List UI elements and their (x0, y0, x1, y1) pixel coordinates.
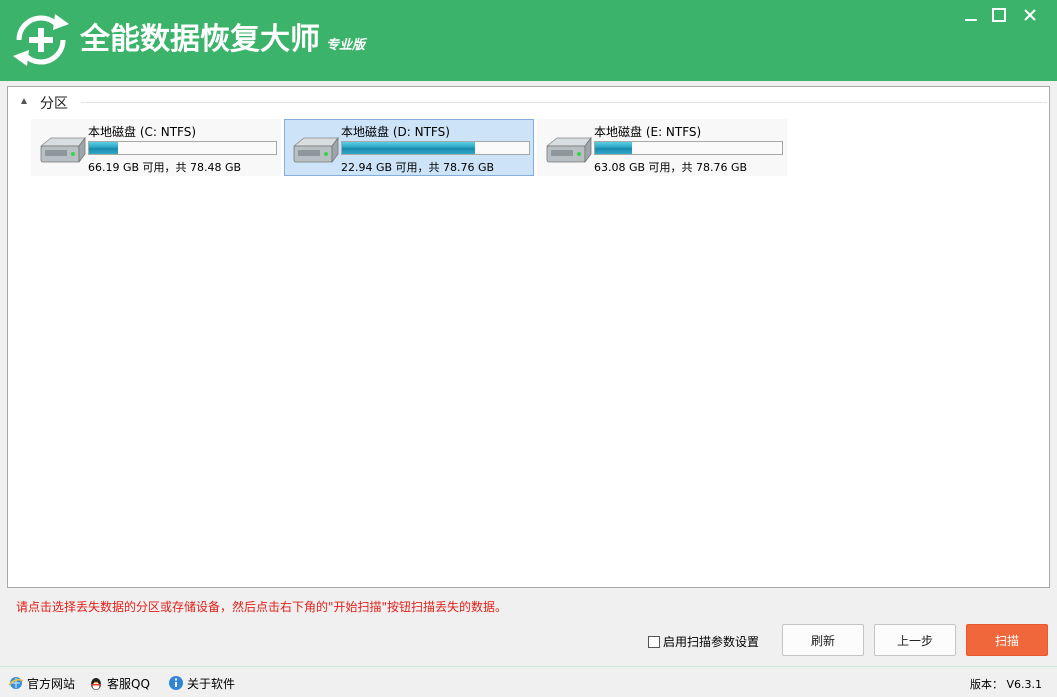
hard-drive-icon (545, 136, 592, 164)
back-button[interactable]: 上一步 (874, 624, 956, 656)
drive-usage-fill (89, 142, 119, 154)
hard-drive-icon (292, 136, 339, 164)
drive-item-d[interactable]: 本地磁盘 (D: NTFS) 22.94 GB 可用，共 78.76 GB (284, 119, 534, 176)
minimize-button[interactable] (960, 4, 982, 26)
drive-item-c[interactable]: 本地磁盘 (C: NTFS) 66.19 GB 可用，共 78.48 GB (31, 119, 281, 176)
drive-usage-fill (595, 142, 633, 154)
about-link[interactable]: 关于软件 (168, 673, 235, 693)
checkbox-box[interactable] (648, 635, 660, 648)
section-header[interactable]: 分区 (8, 87, 1049, 117)
support-qq-link[interactable]: 客服QQ (88, 673, 150, 693)
official-site-label: 官方网站 (27, 676, 76, 691)
drive-capacity: 22.94 GB 可用，共 78.76 GB (341, 161, 495, 174)
ie-globe-icon (8, 677, 24, 689)
qq-penguin-icon (91, 678, 101, 690)
drive-name: 本地磁盘 (D: NTFS) (341, 125, 450, 139)
scan-params-checkbox[interactable]: 启用扫描参数设置 (648, 633, 759, 650)
title-bar: 全能数据恢复大师 专业版 (0, 0, 1057, 81)
close-icon (1024, 9, 1036, 21)
refresh-button[interactable]: 刷新 (782, 624, 864, 656)
drive-usage-fill (342, 142, 475, 154)
close-button[interactable] (1019, 4, 1041, 26)
section-title: 分区 (40, 96, 68, 112)
instruction-hint: 请点击选择丢失数据的分区或存储设备，然后点击右下角的"开始扫描"按钮扫描丢失的数… (16, 600, 508, 614)
drive-name: 本地磁盘 (E: NTFS) (594, 125, 702, 139)
official-site-link[interactable]: 官方网站 (8, 673, 75, 693)
partition-panel: 分区 本地磁盘 (C: NTFS) 66.19 GB 可用，共 78.48 GB… (7, 86, 1050, 588)
section-divider (81, 102, 1047, 103)
scan-button[interactable]: 扫描 (966, 624, 1048, 656)
drive-item-e[interactable]: 本地磁盘 (E: NTFS) 63.08 GB 可用，共 78.76 GB (537, 119, 787, 176)
collapse-arrow-icon[interactable] (21, 98, 27, 104)
app-edition: 专业版 (326, 38, 366, 53)
minimize-icon (965, 19, 977, 21)
info-icon (169, 676, 183, 690)
hard-drive-icon (39, 136, 86, 164)
version-label: 版本： V6.3.1 (969, 678, 1042, 691)
drive-capacity: 66.19 GB 可用，共 78.48 GB (88, 161, 242, 174)
app-logo-icon (13, 14, 69, 66)
drive-name: 本地磁盘 (C: NTFS) (88, 125, 197, 139)
drive-capacity: 63.08 GB 可用，共 78.76 GB (594, 161, 748, 174)
support-qq-label: 客服QQ (107, 676, 150, 691)
drive-usage-bar (341, 141, 530, 155)
maximize-icon (992, 8, 1006, 22)
maximize-button[interactable] (988, 4, 1010, 26)
drive-usage-bar (594, 141, 783, 155)
about-label: 关于软件 (187, 676, 236, 691)
drive-usage-bar (88, 141, 277, 155)
app-title: 全能数据恢复大师 (80, 22, 320, 57)
scan-params-label: 启用扫描参数设置 (663, 635, 760, 649)
status-bar: 官方网站 客服QQ 关于软件 版本： V6.3.1 (0, 666, 1057, 697)
